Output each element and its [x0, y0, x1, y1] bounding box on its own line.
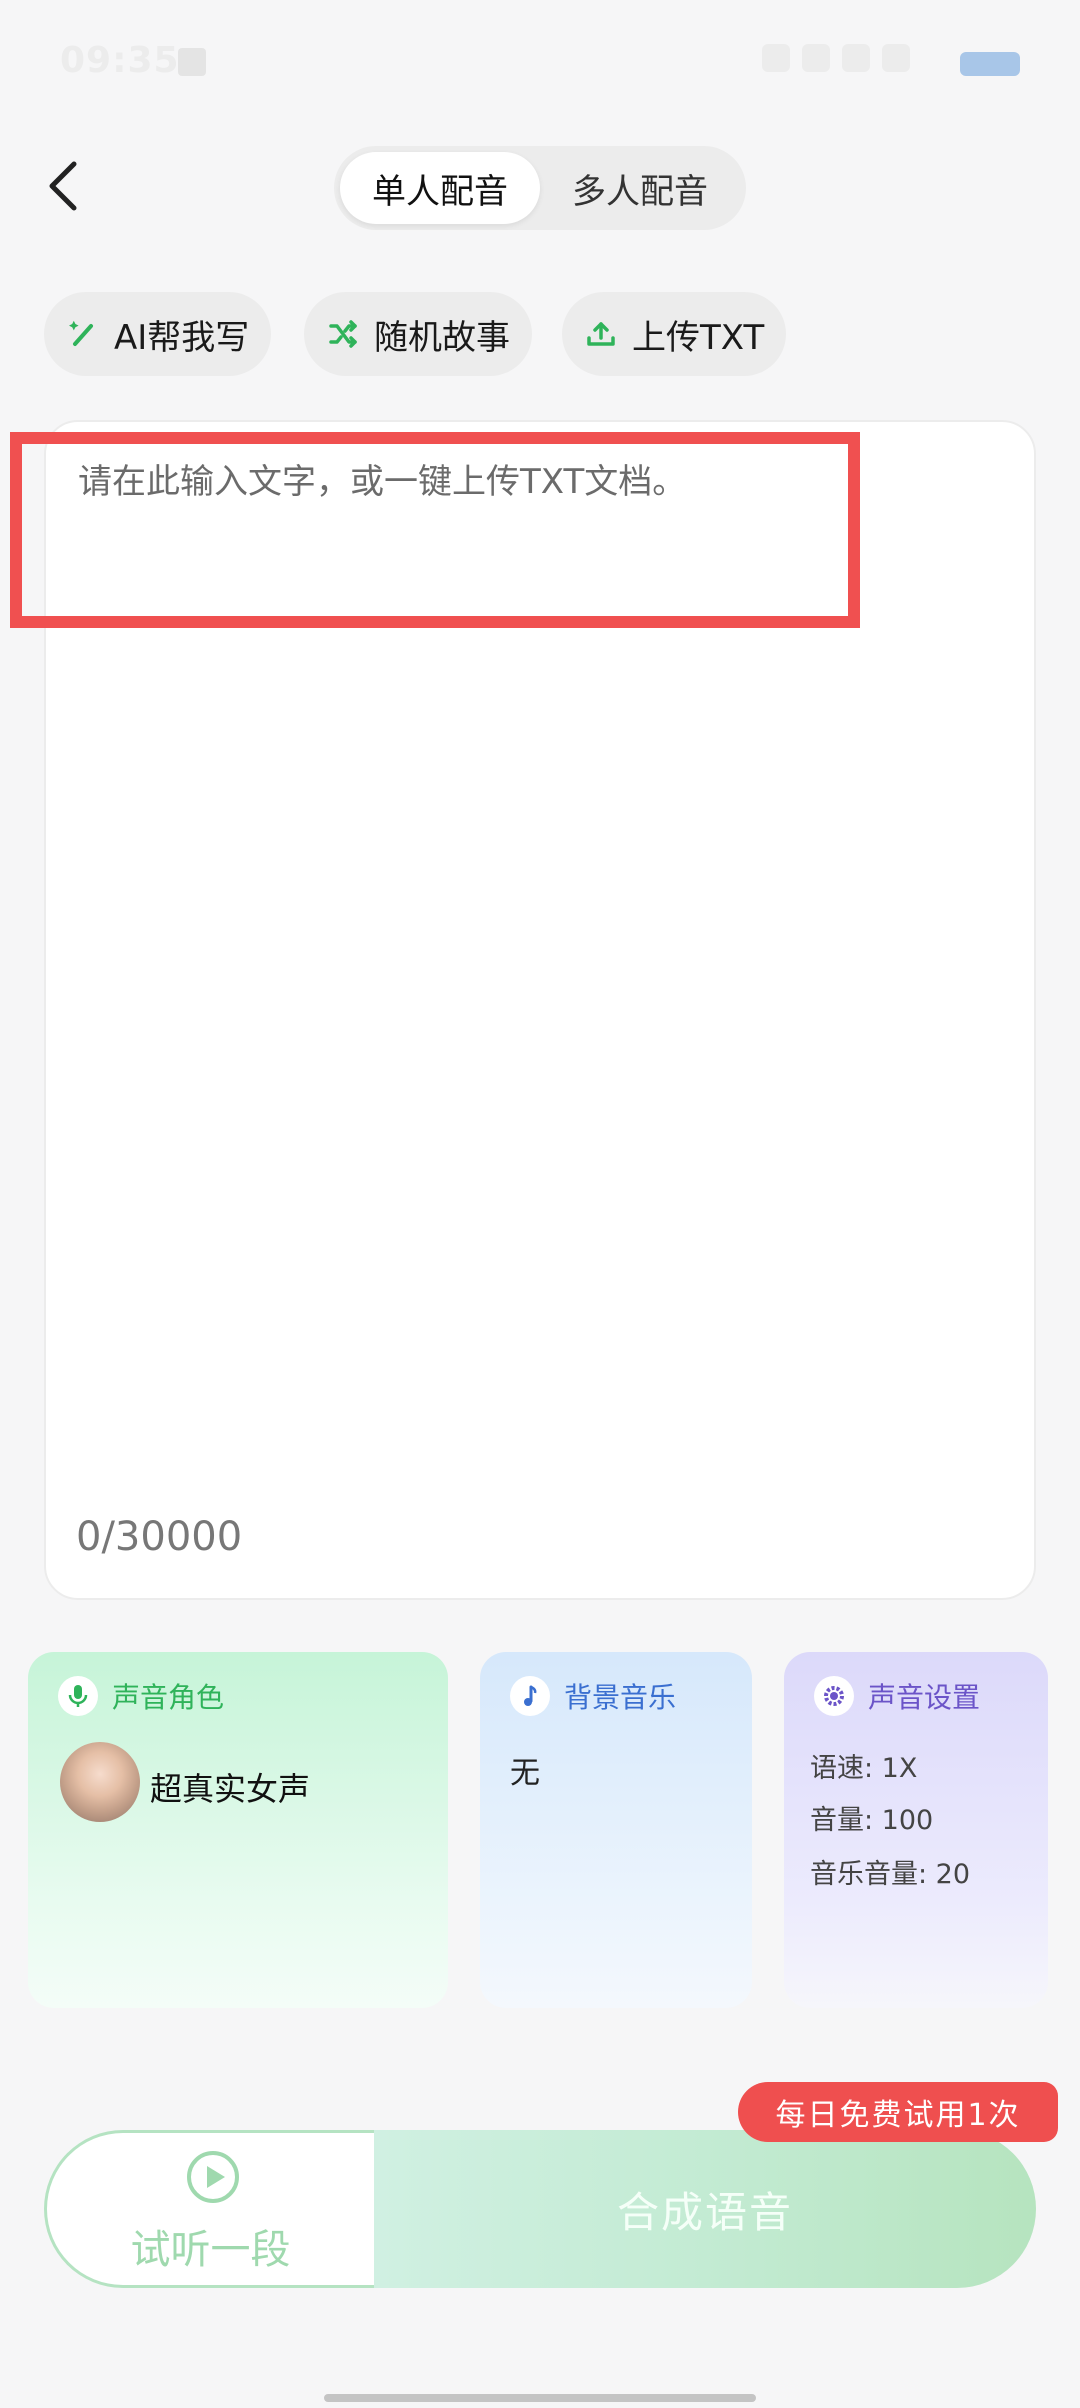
- play-icon: [187, 2151, 239, 2203]
- signal-icon-2: [842, 44, 870, 72]
- music-volume-setting: 音乐音量: 20: [810, 1859, 971, 1890]
- home-indicator: [324, 2394, 756, 2402]
- status-time: 09:35: [60, 40, 180, 81]
- free-trial-badge: 每日免费试用1次: [738, 2082, 1058, 2142]
- magic-wand-icon: [66, 317, 100, 351]
- signal-icon: [802, 44, 830, 72]
- speed-setting: 语速: 1X: [810, 1753, 918, 1784]
- background-music-title: 背景音乐: [564, 1681, 677, 1714]
- shuffle-icon: [326, 317, 360, 351]
- voice-role-card[interactable]: 声音角色 超真实女声: [28, 1652, 448, 2008]
- background-music-value: 无: [510, 1756, 540, 1791]
- chevron-left-icon: [49, 161, 77, 211]
- voice-name: 超真实女声: [150, 1770, 311, 1808]
- voice-settings-card[interactable]: 声音设置 语速: 1X 音量: 100 音乐音量: 20: [784, 1652, 1048, 2008]
- background-music-card[interactable]: 背景音乐 无: [480, 1652, 752, 2008]
- upload-txt-label: 上传TXT: [632, 317, 765, 358]
- status-icons: [762, 44, 910, 72]
- mode-toggle: 单人配音 多人配音: [334, 146, 746, 230]
- sim-icon: [178, 48, 206, 76]
- avatar: [60, 1742, 140, 1822]
- ai-write-button[interactable]: AI帮我写: [44, 292, 272, 376]
- upload-txt-button[interactable]: 上传TXT: [562, 292, 787, 376]
- random-story-label: 随机故事: [374, 317, 510, 358]
- tab-multi-dubbing[interactable]: 多人配音: [540, 152, 740, 224]
- back-button[interactable]: [40, 150, 90, 220]
- voice-settings-header: 声音设置: [814, 1676, 980, 1716]
- battery-icon: [960, 52, 1020, 76]
- preview-button[interactable]: 试听一段: [44, 2130, 374, 2288]
- ai-write-label: AI帮我写: [114, 317, 250, 358]
- gear-icon: [814, 1676, 854, 1716]
- voice-settings-title: 声音设置: [868, 1681, 981, 1714]
- highlight-box: [10, 432, 860, 628]
- voice-role-header: 声音角色: [58, 1676, 224, 1716]
- synthesize-button[interactable]: 合成语音: [374, 2130, 1036, 2288]
- preview-label: 试听一段: [130, 2227, 291, 2273]
- vibrate-icon: [762, 44, 790, 72]
- background-music-header: 背景音乐: [510, 1676, 676, 1716]
- char-counter: 0/30000: [76, 1514, 243, 1560]
- upload-icon: [584, 317, 618, 351]
- music-note-icon: [510, 1676, 550, 1716]
- volume-setting: 音量: 100: [810, 1805, 934, 1836]
- random-story-button[interactable]: 随机故事: [304, 292, 532, 376]
- wifi-icon: [882, 44, 910, 72]
- microphone-icon: [58, 1676, 98, 1716]
- status-bar: 09:35: [0, 0, 1080, 120]
- tab-single-dubbing[interactable]: 单人配音: [340, 152, 540, 224]
- voice-role-title: 声音角色: [112, 1681, 225, 1714]
